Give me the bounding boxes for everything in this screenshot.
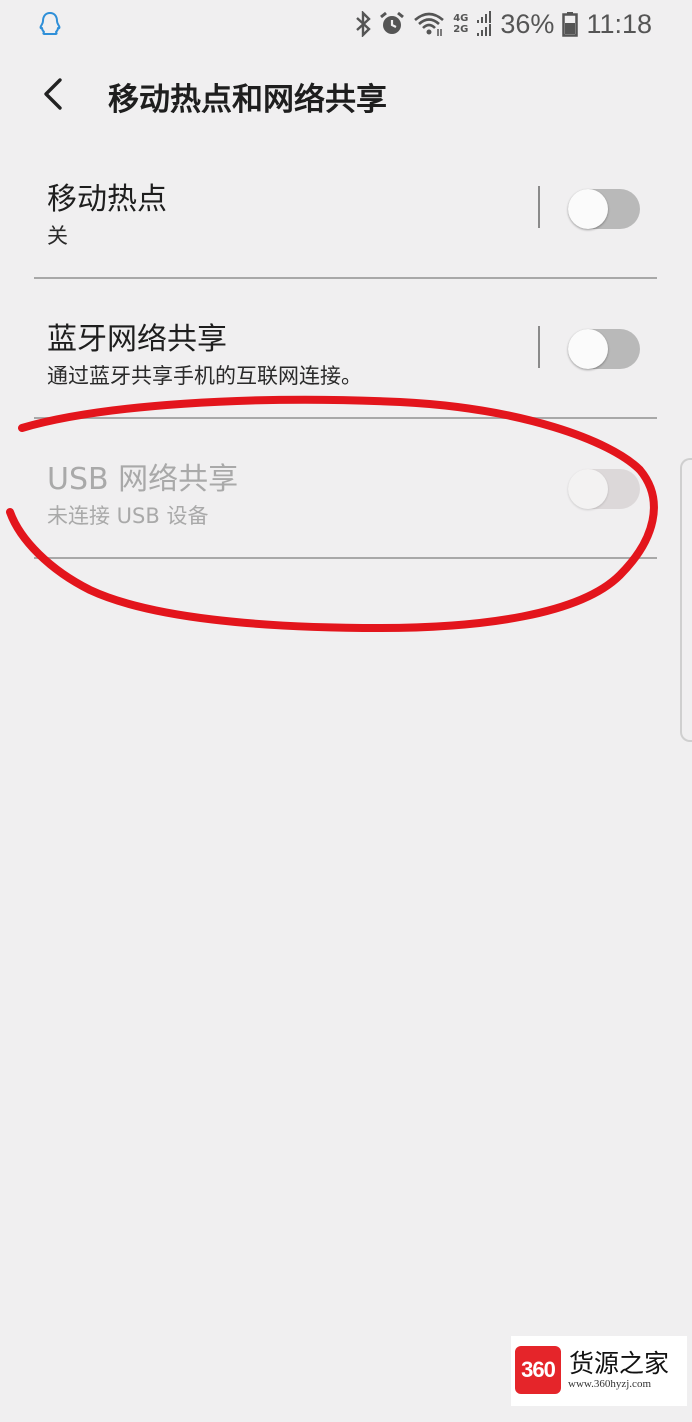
setting-row-usb-tethering: USB 网络共享 未连接 USB 设备 bbox=[0, 420, 692, 560]
clock: 11:18 bbox=[586, 8, 652, 39]
watermark: 360 货源之家 www.360hyzj.com bbox=[511, 1336, 687, 1406]
setting-row-bluetooth-tethering[interactable]: 蓝牙网络共享 通过蓝牙共享手机的互联网连接。 bbox=[0, 280, 692, 420]
toggle-knob bbox=[568, 329, 608, 369]
setting-subtitle: 通过蓝牙共享手机的互联网连接。 bbox=[47, 364, 362, 388]
mobile-hotspot-toggle[interactable] bbox=[568, 189, 640, 229]
battery-icon bbox=[562, 12, 579, 37]
setting-subtitle: 关 bbox=[47, 224, 68, 248]
watermark-url: www.360hyzj.com bbox=[568, 1378, 651, 1390]
usb-tethering-toggle bbox=[568, 469, 640, 509]
network-type: 4G 2G bbox=[453, 13, 468, 35]
setting-subtitle: 未连接 USB 设备 bbox=[47, 504, 209, 528]
setting-title: 移动热点 bbox=[47, 182, 167, 217]
alarm-icon bbox=[380, 11, 405, 34]
network-type-top: 4G bbox=[453, 13, 469, 24]
status-bar: 4G 2G 36% 11:18 bbox=[0, 0, 692, 48]
app-bar: 移动热点和网络共享 bbox=[0, 48, 692, 140]
vertical-divider bbox=[538, 186, 540, 228]
watermark-name: 货源之家 bbox=[569, 1349, 670, 1378]
signal-icon bbox=[477, 11, 492, 36]
setting-row-mobile-hotspot[interactable]: 移动热点 关 bbox=[0, 140, 692, 280]
qq-penguin-icon bbox=[39, 12, 61, 35]
toggle-knob bbox=[568, 469, 608, 509]
wifi-icon bbox=[414, 12, 445, 36]
page-title: 移动热点和网络共享 bbox=[108, 82, 387, 118]
bluetooth-icon bbox=[356, 11, 371, 37]
back-arrow-icon[interactable] bbox=[34, 72, 74, 116]
edge-panel-handle[interactable] bbox=[680, 458, 692, 742]
row-divider bbox=[34, 277, 657, 279]
network-type-bottom: 2G bbox=[453, 24, 469, 35]
setting-title: 蓝牙网络共享 bbox=[47, 322, 227, 357]
setting-title: USB 网络共享 bbox=[47, 462, 239, 497]
row-divider bbox=[34, 417, 657, 419]
watermark-logo: 360 bbox=[515, 1346, 561, 1394]
battery-percent: 36% bbox=[500, 8, 555, 39]
bluetooth-tethering-toggle[interactable] bbox=[568, 329, 640, 369]
toggle-knob bbox=[568, 189, 608, 229]
vertical-divider bbox=[538, 326, 540, 368]
row-divider bbox=[34, 557, 657, 559]
